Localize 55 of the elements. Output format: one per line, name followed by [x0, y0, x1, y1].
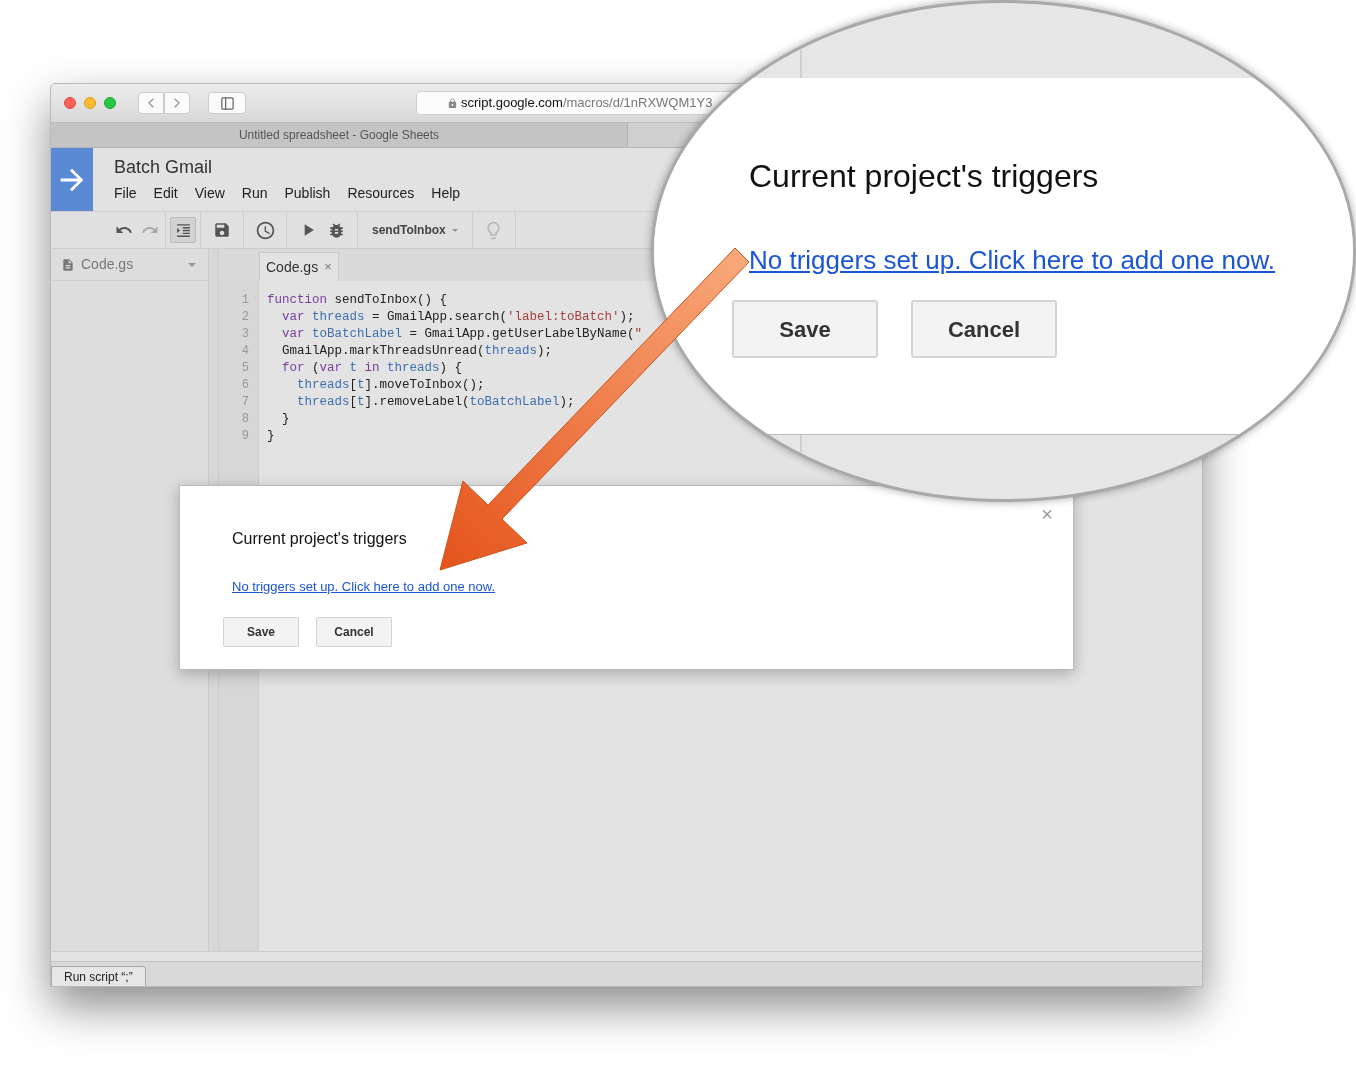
- menu-item[interactable]: Resources: [347, 183, 415, 204]
- document-icon: [61, 257, 75, 272]
- code-line: }: [267, 428, 276, 445]
- line-number: 3: [240, 326, 250, 343]
- minimize-window-button[interactable]: [84, 97, 96, 109]
- close-window-button[interactable]: [64, 97, 76, 109]
- caret-icon: [451, 228, 458, 232]
- clock-icon: [254, 219, 276, 241]
- zoomed-add-trigger-link[interactable]: No triggers set up. Click here to add one now.: [749, 244, 1276, 276]
- function-select[interactable]: sendToInbox: [372, 221, 458, 239]
- menu-item[interactable]: Publish: [284, 183, 331, 204]
- zoomed-dialog-button[interactable]: Save: [732, 300, 878, 358]
- status-message: Run script “;”: [51, 966, 146, 986]
- dialog-button[interactable]: Save: [223, 616, 299, 647]
- code-line: threads[t].removeLabel(toBatchLabel);: [296, 394, 576, 411]
- caret-icon: [188, 262, 196, 267]
- menu-item[interactable]: Run: [241, 183, 268, 204]
- menu-item[interactable]: View: [194, 183, 225, 204]
- code-line: var threads = GmailApp.search('label:toBatch');: [281, 309, 636, 326]
- add-trigger-link[interactable]: No triggers set up. Click here to add one now.: [232, 577, 496, 597]
- zoomed-dialog-button[interactable]: Cancel: [911, 300, 1057, 358]
- dialog-button[interactable]: Cancel: [316, 616, 392, 647]
- indent-icon: [174, 221, 192, 239]
- browser-tab[interactable]: Untitled spreadsheet - Google Sheets: [51, 123, 628, 147]
- line-number: 2: [240, 309, 250, 326]
- menu-item[interactable]: File: [114, 183, 137, 204]
- line-number: 1: [240, 292, 250, 309]
- line-number: 6: [240, 377, 250, 394]
- line-number: 4: [240, 343, 250, 360]
- menu-item[interactable]: Edit: [153, 183, 178, 204]
- code-line: GmailApp.markThreadsUnread(threads);: [281, 343, 554, 360]
- project-title: Batch Gmail: [114, 156, 214, 178]
- menu-item[interactable]: Help: [431, 183, 461, 204]
- code-line: var toBatchLabel = GmailApp.getUserLabelByName(": [281, 326, 643, 343]
- indent-button[interactable]: [170, 217, 196, 243]
- line-number: 5: [240, 360, 250, 377]
- sidebar-button[interactable]: [208, 92, 246, 114]
- code-line: for (var t in threads) {: [281, 360, 464, 377]
- editor-tab[interactable]: Code.gs ×: [259, 252, 339, 281]
- code-line: threads[t].moveToInbox();: [296, 377, 486, 394]
- code-line: }: [281, 411, 291, 428]
- line-number: 9: [240, 428, 250, 445]
- code-line: function sendToInbox() {: [267, 292, 449, 309]
- url-text: script.google.com/macros/d/1nRXWQM1Y3: [461, 94, 713, 113]
- sidebar-icon: [219, 95, 235, 111]
- save-icon: [213, 221, 231, 239]
- horizontal-scrollbar[interactable]: [51, 951, 1202, 961]
- tab-close-button[interactable]: ×: [324, 257, 332, 277]
- lock-icon: [447, 97, 458, 109]
- zoomed-dialog-title: Current project's triggers: [749, 157, 1100, 196]
- line-number: 7: [240, 394, 250, 411]
- dialog-title: Current project's triggers: [232, 529, 408, 549]
- tab-label: Code.gs: [266, 257, 319, 277]
- line-number: 8: [240, 411, 250, 428]
- zoom-window-button[interactable]: [104, 97, 116, 109]
